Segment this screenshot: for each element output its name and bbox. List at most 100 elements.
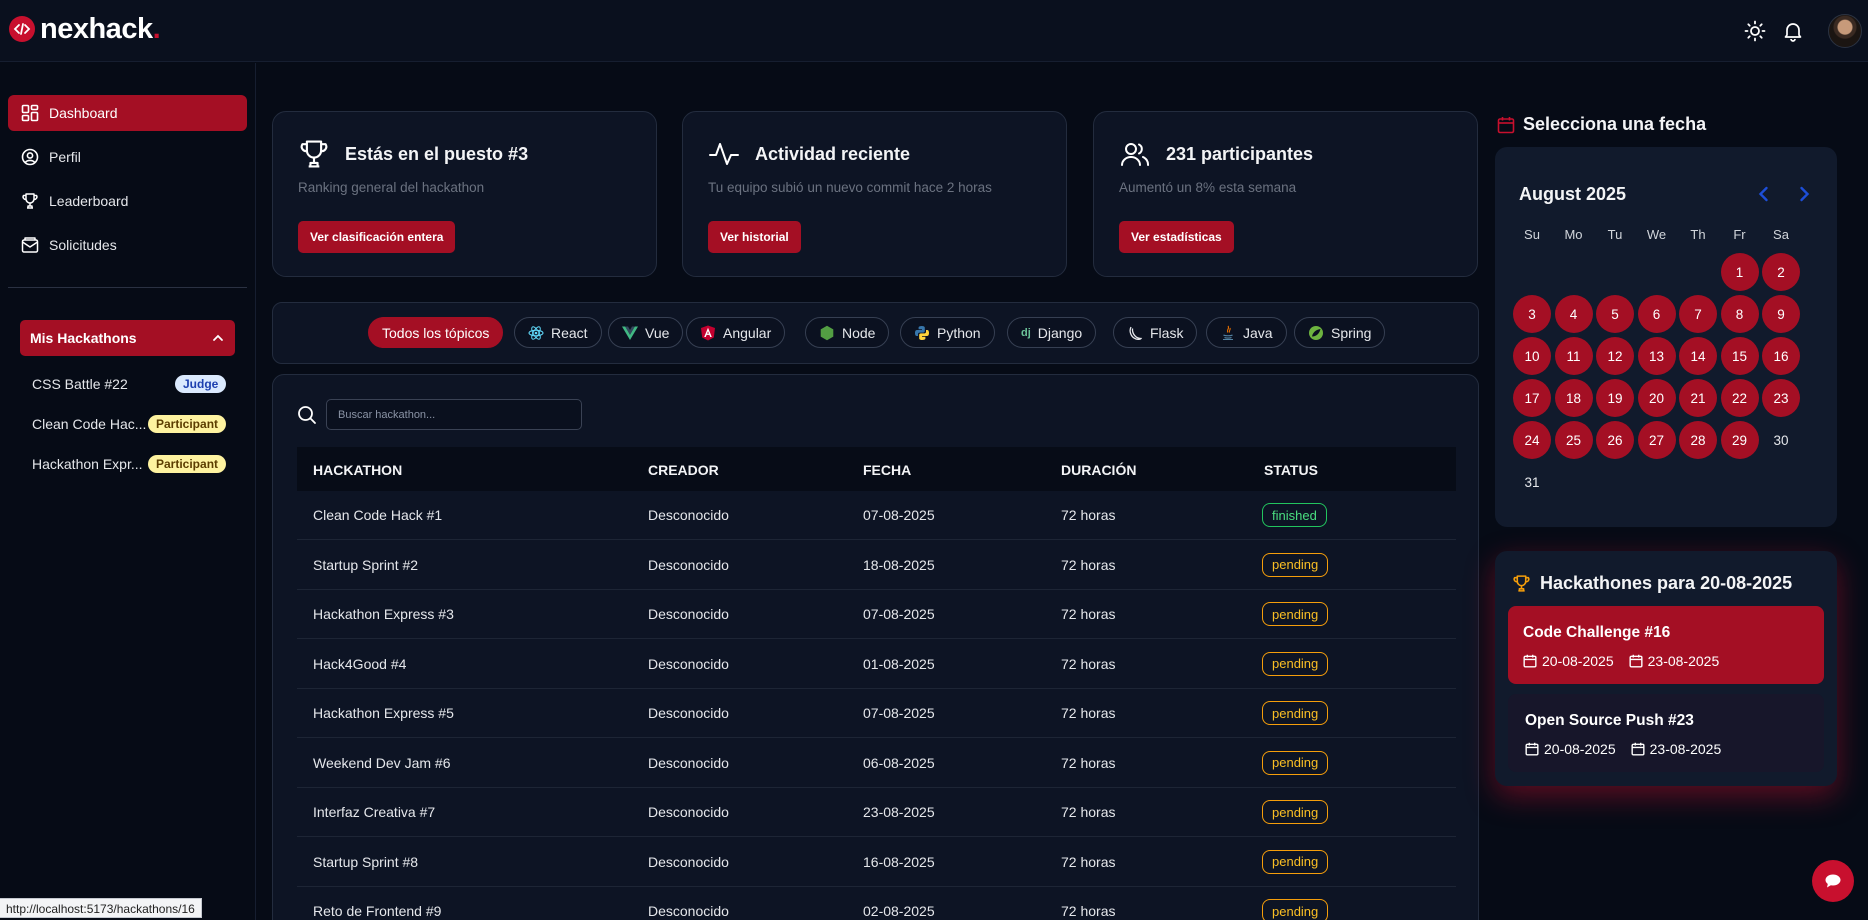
calendar-day[interactable]: 28 [1679,421,1717,459]
calendar-day[interactable]: 3 [1513,295,1551,333]
calendar-day[interactable]: 12 [1596,337,1634,375]
weekday-label: We [1646,227,1667,242]
calendar-day[interactable]: 25 [1554,421,1593,459]
table-cell-creator: Desconocido [648,705,729,721]
calendar-day[interactable]: 26 [1596,421,1634,459]
column-header[interactable]: DURACIÓN [1061,462,1136,478]
calendar-day[interactable]: 24 [1513,421,1551,459]
calendar-day[interactable]: 6 [1637,295,1676,333]
sidebar-item-dashboard[interactable]: Dashboard [8,95,247,131]
calendar-day[interactable]: 31 [1513,463,1551,501]
topic-label: Python [937,324,981,341]
table-cell-duration: 72 horas [1061,754,1116,771]
column-header[interactable]: HACKATHON [313,462,402,478]
calendar-day[interactable]: 9 [1762,295,1800,333]
chevron-left-icon[interactable] [1754,184,1774,204]
calendar-day[interactable]: 1 [1720,253,1759,291]
topic-chip-vue[interactable]: Vue [608,317,684,348]
topic-chip-angular[interactable]: Angular [686,317,786,348]
topic-chip-node[interactable]: Node [805,317,890,348]
table-row[interactable]: Startup Sprint #8 Desconocido 16-08-2025 72… [297,838,1456,887]
django-icon: dj [1021,326,1031,339]
calendar-day[interactable]: 5 [1596,295,1634,333]
calendar-day[interactable]: 2 [1762,253,1800,291]
calendar-day[interactable]: 23 [1762,379,1800,417]
topic-chip-java[interactable]: Java [1206,317,1287,348]
calendar-day[interactable]: 7 [1679,295,1717,333]
my-hackathon-item[interactable]: Clean Code Hac... Participant [32,413,232,435]
table-row[interactable]: Reto de Frontend #9 Desconocido 02-08-2025… [297,887,1456,920]
calendar-day[interactable]: 13 [1637,337,1676,375]
inbox-icon [20,235,40,255]
calendar-day[interactable]: 29 [1720,421,1759,459]
event-card[interactable]: Open Source Push #23 20-08-2025 23-08-20… [1508,694,1824,772]
my-hackathon-item[interactable]: CSS Battle #22 Judge [32,373,232,395]
topic-chip-all[interactable]: Todos los tópicos [368,317,504,348]
table-row[interactable]: Hackathon Express #3 Desconocido 07-08-202… [297,590,1456,639]
calendar-day[interactable]: 14 [1679,337,1717,375]
event-end: 23-08-2025 [1647,653,1720,669]
event-dates: 20-08-2025 23-08-2025 [1525,741,1721,757]
spring-icon [1308,325,1324,341]
column-header[interactable]: STATUS [1264,462,1318,478]
view-history-button[interactable]: Ver historial [708,221,801,253]
calendar-day[interactable]: 21 [1679,379,1717,417]
calendar-day[interactable]: 11 [1554,337,1593,375]
calendar-day[interactable]: 19 [1596,379,1634,417]
avatar[interactable] [1828,14,1862,48]
logo[interactable]: nexhack. [9,14,161,44]
topic-chip-spring[interactable]: Spring [1294,317,1386,348]
sidebar-item-perfil[interactable]: Perfil [8,139,247,175]
column-header[interactable]: FECHA [863,462,911,478]
sidebar-item-leaderboard[interactable]: Leaderboard [8,183,247,219]
calendar-heading: Selecciona una fecha [1497,114,1706,135]
sidebar-item-solicitudes[interactable]: Solicitudes [8,227,247,263]
view-stats-button[interactable]: Ver estadísticas [1119,221,1234,253]
my-hackathons-toggle[interactable]: Mis Hackathons [20,320,235,356]
calendar-day[interactable]: 16 [1762,337,1800,375]
calendar-icon [1523,654,1537,668]
trophy-icon [298,138,330,170]
my-hackathon-item[interactable]: Hackathon Expr... Participant [32,453,232,475]
search-input[interactable] [326,399,582,430]
sidebar-item-label: Leaderboard [49,193,129,209]
status-badge: pending [1262,899,1329,920]
table-row[interactable]: Hack4Good #4 Desconocido 01-08-2025 72 hora… [297,640,1456,689]
chat-button[interactable] [1812,860,1854,902]
table-cell-creator: Desconocido [648,804,729,820]
calendar-day[interactable]: 10 [1513,337,1551,375]
calendar-day[interactable]: 27 [1637,421,1676,459]
chevron-right-icon[interactable] [1794,184,1814,204]
calendar-day[interactable]: 17 [1513,379,1551,417]
sun-icon[interactable] [1744,20,1766,42]
calendar-day[interactable]: 18 [1554,379,1593,417]
table-row[interactable]: Interfaz Creativa #7 Desconocido 23-08-202… [297,788,1456,837]
event-name: Code Challenge #16 [1523,624,1671,641]
table-cell-duration: 72 horas [1061,507,1116,523]
topic-chip-django[interactable]: dj Django [1007,317,1097,348]
table-row[interactable]: Startup Sprint #2 Desconocido 18-08-2025 72… [297,541,1456,590]
calendar-day[interactable]: 15 [1720,337,1759,375]
calendar-day[interactable]: 20 [1637,379,1676,417]
event-card[interactable]: Code Challenge #16 20-08-2025 23-08-2025 [1508,606,1824,684]
topic-chip-flask[interactable]: Flask [1113,317,1198,348]
calendar-day[interactable]: 30 [1762,421,1800,459]
calendar-day[interactable]: 22 [1720,379,1759,417]
calendar-day[interactable]: 8 [1720,295,1759,333]
table-row[interactable]: Hackathon Express #5 Desconocido 07-08-202… [297,689,1456,738]
table-row[interactable]: Clean Code Hack #1 Desconocido 07-08-2025 7… [297,491,1456,540]
activity-icon [708,138,740,170]
calendar-day[interactable]: 4 [1554,295,1593,333]
topic-chip-react[interactable]: React [514,317,602,348]
table-cell-name: Hackathon Express #5 [313,705,454,721]
bell-icon[interactable] [1782,20,1804,42]
table-cell-date: 16-08-2025 [863,853,935,870]
participants-card: 231 participantes Aumentó un 8% esta sem… [1093,111,1478,277]
table-cell-name: Startup Sprint #2 [313,556,419,573]
role-badge: Participant [148,455,227,473]
topic-chip-python[interactable]: Python [900,317,995,348]
column-header[interactable]: CREADOR [648,462,719,478]
view-ranking-button[interactable]: Ver clasificación entera [298,221,456,253]
event-end: 23-08-2025 [1649,741,1722,757]
table-row[interactable]: Weekend Dev Jam #6 Desconocido 06-08-2025 7… [297,739,1456,788]
